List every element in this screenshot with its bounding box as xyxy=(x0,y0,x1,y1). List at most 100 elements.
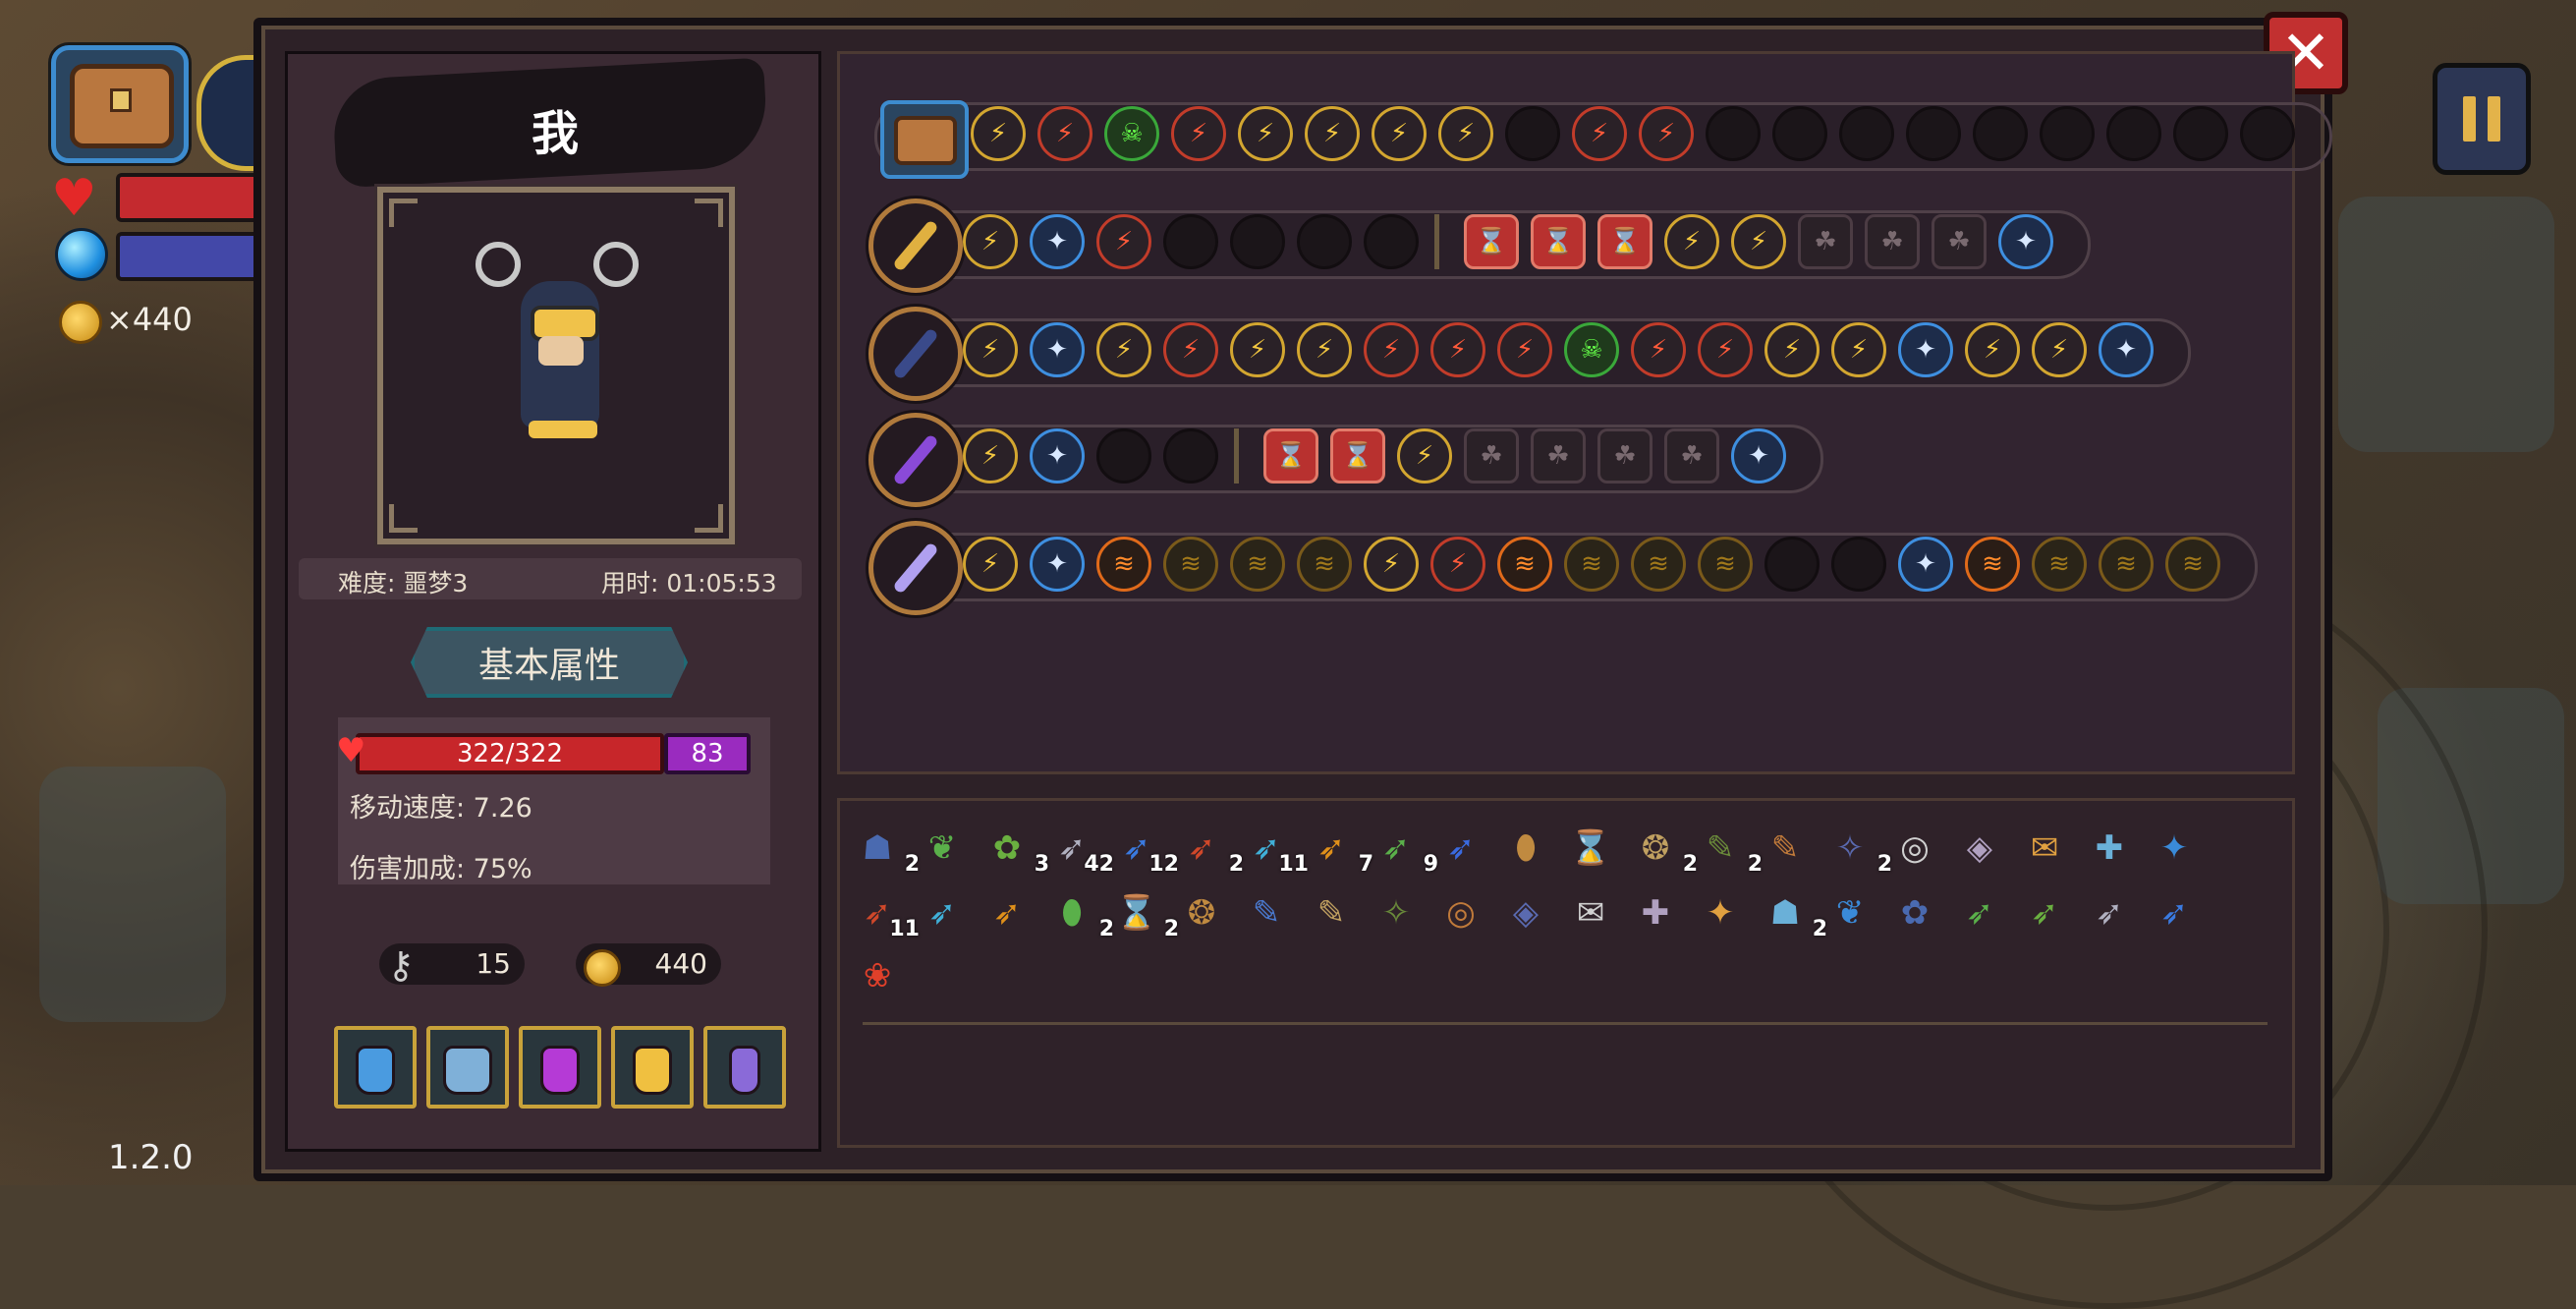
empty-slot[interactable] xyxy=(1839,106,1894,161)
tab-basic-attributes[interactable]: 基本属性 xyxy=(411,627,688,698)
empty-slot[interactable] xyxy=(2106,106,2161,161)
inventory-item[interactable]: ◈ xyxy=(1955,824,2004,873)
inventory-item[interactable]: ➶ 11 xyxy=(853,888,920,941)
skill-slot-blue[interactable]: ✦ xyxy=(1030,428,1085,484)
skill-slot-red[interactable]: ⌛ xyxy=(1330,428,1385,484)
skill-slot-gold[interactable]: ⚡ xyxy=(1364,537,1419,592)
inventory-item[interactable]: ➶ 12 xyxy=(1112,824,1179,877)
inventory-item[interactable]: ✿ 3 xyxy=(982,824,1049,877)
inventory-item[interactable]: ✿ xyxy=(1890,888,1939,938)
skill-slot-olive[interactable]: ≋ xyxy=(2032,537,2087,592)
spellbook-weapon-icon[interactable] xyxy=(868,307,963,401)
skill-slot-gold[interactable]: ⚡ xyxy=(1831,322,1886,377)
skill-slot-orange[interactable]: ≋ xyxy=(1096,537,1151,592)
inventory-item[interactable]: ➶ xyxy=(982,888,1032,938)
skill-slot-green[interactable]: ☠ xyxy=(1104,106,1159,161)
inventory-item[interactable]: ✉ xyxy=(2020,824,2069,873)
skill-slot-gold[interactable]: ⚡ xyxy=(1764,322,1820,377)
purple-wand-weapon-icon[interactable] xyxy=(868,413,963,507)
inventory-item[interactable]: ☗ 2 xyxy=(1761,888,1827,941)
skill-slot-gold[interactable]: ⚡ xyxy=(1965,322,2020,377)
backpack-hud-button[interactable] xyxy=(51,45,189,163)
skill-slot-blue[interactable]: ✦ xyxy=(1898,322,1953,377)
skill-slot-blue[interactable]: ✦ xyxy=(1898,537,1953,592)
skill-slot-dark[interactable]: ☘ xyxy=(1865,214,1920,269)
inventory-item[interactable]: ◎ xyxy=(1436,888,1485,938)
skill-slot-dark[interactable]: ☘ xyxy=(1464,428,1519,484)
skill-slot-gold[interactable]: ⚡ xyxy=(1664,214,1719,269)
skill-slot-redc[interactable]: ⚡ xyxy=(1364,322,1419,377)
skill-slot-olive[interactable]: ≋ xyxy=(1631,537,1686,592)
skill-slot-gold[interactable]: ⚡ xyxy=(1731,214,1786,269)
inventory-item[interactable]: ➶ xyxy=(2150,888,2199,938)
skill-slot-redc[interactable]: ⚡ xyxy=(1698,322,1753,377)
skill-slot-dark[interactable]: ☘ xyxy=(1798,214,1853,269)
skill-slot-redc[interactable]: ⚡ xyxy=(1171,106,1226,161)
skill-slot-redc[interactable]: ⚡ xyxy=(1639,106,1694,161)
inventory-item[interactable]: ➶ 11 xyxy=(1242,824,1309,877)
skill-slot-olive[interactable]: ≋ xyxy=(1564,537,1619,592)
inventory-item[interactable]: ✎ xyxy=(1761,824,1810,873)
empty-slot[interactable] xyxy=(1706,106,1761,161)
inventory-item[interactable]: ✧ 2 xyxy=(1825,824,1892,877)
inventory-item[interactable]: ❦ xyxy=(918,824,967,873)
inventory-item[interactable]: ⌛ xyxy=(1566,824,1615,873)
skill-slot-olive[interactable]: ≋ xyxy=(1297,537,1352,592)
skill-slot-blue[interactable]: ✦ xyxy=(1030,214,1085,269)
skill-slot-gold[interactable]: ⚡ xyxy=(963,322,1018,377)
staff-gold-weapon-icon[interactable] xyxy=(868,199,963,293)
pause-button[interactable] xyxy=(2433,63,2531,175)
skill-slot-orange[interactable]: ≋ xyxy=(1497,537,1552,592)
empty-slot[interactable] xyxy=(1906,106,1961,161)
skill-slot-red[interactable]: ⌛ xyxy=(1531,214,1586,269)
empty-slot[interactable] xyxy=(1230,214,1285,269)
inventory-item[interactable]: ➶ 42 xyxy=(1047,824,1114,877)
skill-slot-blue[interactable]: ✦ xyxy=(1731,428,1786,484)
potion-slot[interactable] xyxy=(426,1026,509,1109)
skill-slot-gold[interactable]: ⚡ xyxy=(963,537,1018,592)
skill-slot-olive[interactable]: ≋ xyxy=(1230,537,1285,592)
inventory-item[interactable]: ◈ xyxy=(1501,888,1550,938)
inventory-item[interactable]: ❂ 2 xyxy=(1631,824,1698,877)
inventory-item[interactable]: ➶ xyxy=(2020,888,2069,938)
skill-slot-gold[interactable]: ⚡ xyxy=(1230,322,1285,377)
inventory-item[interactable]: ✎ 2 xyxy=(1696,824,1763,877)
empty-slot[interactable] xyxy=(1772,106,1827,161)
empty-slot[interactable] xyxy=(1764,537,1820,592)
skill-slot-red[interactable]: ⌛ xyxy=(1263,428,1318,484)
skill-slot-olive[interactable]: ≋ xyxy=(2165,537,2220,592)
empty-slot[interactable] xyxy=(1973,106,2028,161)
inventory-item[interactable]: ❦ xyxy=(1825,888,1875,938)
skill-slot-olive[interactable]: ≋ xyxy=(1698,537,1753,592)
skill-slot-gold[interactable]: ⚡ xyxy=(1305,106,1360,161)
skill-slot-gold[interactable]: ⚡ xyxy=(1238,106,1293,161)
skill-slot-redc[interactable]: ⚡ xyxy=(1096,214,1151,269)
inventory-item[interactable]: ✚ xyxy=(2085,824,2134,873)
inventory-item[interactable]: ✉ xyxy=(1566,888,1615,938)
inventory-item[interactable]: ➶ 9 xyxy=(1372,824,1438,877)
inventory-item[interactable]: ➶ xyxy=(918,888,967,938)
skill-slot-gold[interactable]: ⚡ xyxy=(971,106,1026,161)
empty-slot[interactable] xyxy=(1297,214,1352,269)
inventory-item[interactable]: ✎ xyxy=(1307,888,1356,938)
skill-slot-redc[interactable]: ⚡ xyxy=(1497,322,1552,377)
inventory-item[interactable]: ✎ xyxy=(1242,888,1291,938)
skill-slot-dark[interactable]: ☘ xyxy=(1597,428,1652,484)
inventory-item[interactable]: ➶ xyxy=(1955,888,2004,938)
inventory-item[interactable]: ◎ xyxy=(1890,824,1939,873)
skill-slot-red[interactable]: ⌛ xyxy=(1597,214,1652,269)
empty-slot[interactable] xyxy=(1163,428,1218,484)
inventory-item[interactable]: ❂ xyxy=(1177,888,1226,938)
empty-slot[interactable] xyxy=(2240,106,2295,161)
skill-slot-blue[interactable]: ✦ xyxy=(1998,214,2053,269)
empty-slot[interactable] xyxy=(2173,106,2228,161)
inventory-item[interactable]: ✧ xyxy=(1372,888,1421,938)
empty-slot[interactable] xyxy=(2040,106,2095,161)
empty-slot[interactable] xyxy=(1364,214,1419,269)
skill-slot-redc[interactable]: ⚡ xyxy=(1037,106,1092,161)
inventory-item[interactable]: ⬮ xyxy=(1501,824,1550,873)
inventory-item[interactable]: ☗ 2 xyxy=(853,824,920,877)
skill-slot-dark[interactable]: ☘ xyxy=(1664,428,1719,484)
star-wand-weapon-icon[interactable] xyxy=(868,521,963,615)
empty-slot[interactable] xyxy=(1096,428,1151,484)
